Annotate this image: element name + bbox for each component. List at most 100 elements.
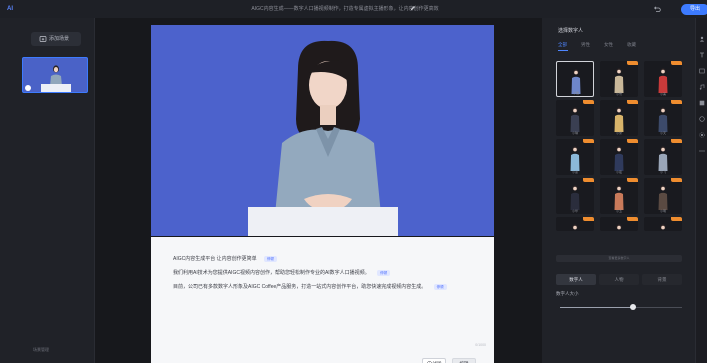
pencil-icon[interactable]: [410, 5, 416, 11]
premium-badge: [627, 217, 638, 221]
avatar-card[interactable]: [600, 217, 638, 231]
scene-icon: [39, 36, 47, 42]
scene-footer: 场景管理: [33, 347, 49, 352]
size-slider-knob[interactable]: [630, 304, 637, 310]
script-line[interactable]: 我们利用AI技术为您提供AIGC视频内容创作，帮助您轻松制作专业的AI数字人口播…: [173, 269, 391, 277]
scene-indicator: [25, 85, 31, 91]
script-editor[interactable]: AIGC内容生成平台 让内容创作更简单 停顿 我们利用AI技术为您提供AIGC视…: [151, 237, 494, 363]
scene-panel: 添加场景 场景管理: [0, 18, 95, 363]
script-line[interactable]: 目前，公司已有多款数字人形象及AIGC Coffee产品服务，打造一站式内容创作…: [173, 283, 447, 291]
premium-badge: [583, 178, 594, 182]
avatar-card[interactable]: 小夜: [600, 139, 638, 175]
avatar-card[interactable]: 小雅: [556, 61, 594, 97]
script-text: AIGC内容生成平台 让内容创作更简单: [173, 256, 257, 262]
avatar-card[interactable]: [644, 217, 682, 231]
more-tools-icon[interactable]: [699, 148, 705, 154]
avatar-name: 小蓝: [571, 170, 578, 174]
more-avatars-button[interactable]: 查看更多数字人: [556, 255, 682, 262]
size-slider-label: 数字人大小: [556, 291, 579, 296]
tab-all[interactable]: 全部: [558, 41, 567, 49]
sticker-tool-icon[interactable]: [699, 116, 705, 122]
premium-badge: [671, 61, 682, 65]
avatar-card[interactable]: [556, 217, 594, 231]
avatar-name: 小华: [571, 209, 578, 213]
avatar-figure: [660, 224, 666, 230]
avatar-card[interactable]: 小明: [644, 178, 682, 214]
pause-tag[interactable]: 停顿: [377, 269, 391, 276]
premium-badge: [627, 61, 638, 65]
avatar-card[interactable]: 小华: [556, 178, 594, 214]
script-line[interactable]: AIGC内容生成平台 让内容创作更简单 停顿: [173, 255, 278, 263]
script-text: 我们利用AI技术为您提供AIGC视频内容创作，帮助您轻松制作专业的AI数字人口播…: [173, 270, 370, 276]
premium-badge: [627, 178, 638, 182]
avatar-card[interactable]: 小蓝: [556, 139, 594, 175]
avatar-figure: [614, 107, 624, 132]
project-title[interactable]: AIGC内容生成——数字人口播视频制作，打造专属虚拟主播形象，让内容创作更高效: [180, 4, 510, 14]
avatar-name: 小天: [659, 131, 666, 135]
avatar-card[interactable]: 小美: [644, 61, 682, 97]
premium-badge: [671, 217, 682, 221]
music-tool-icon[interactable]: [699, 84, 705, 90]
add-scene-label: 添加场景: [49, 36, 70, 42]
export-button[interactable]: 导出: [681, 4, 707, 15]
avatar-panel: 选择数字人 全部 男性 女性 收藏 小雅 小雪 小美小琳 小米 小天小蓝 小夜 小飞小华 小玉…: [542, 18, 695, 363]
avatar-tool-icon[interactable]: [699, 36, 705, 42]
avatar-card[interactable]: 小天: [644, 100, 682, 136]
premium-badge: [627, 100, 638, 104]
undo-icon[interactable]: [653, 5, 661, 13]
avatar-card[interactable]: 小米: [600, 100, 638, 136]
preview-button[interactable]: 试听: [422, 358, 446, 363]
size-slider-fill: [560, 307, 634, 308]
premium-badge: [583, 139, 594, 143]
script-text: 目前，公司已有多款数字人形象及AIGC Coffee产品服务，打造一站式内容创作…: [173, 284, 427, 290]
avatar-name: 小雪: [615, 92, 622, 96]
avatar-name: 小明: [659, 209, 666, 213]
logo-icon[interactable]: AI: [7, 5, 21, 13]
avatar-name: 小琳: [571, 131, 578, 135]
preview-canvas[interactable]: [151, 25, 494, 236]
avatar-name: 小飞: [659, 170, 666, 174]
tab-underline: [558, 50, 568, 51]
text-tool-icon[interactable]: [699, 52, 705, 58]
premium-badge: [671, 178, 682, 182]
scene-thumbnail[interactable]: [22, 57, 88, 93]
avatar-figure: [572, 224, 578, 230]
avatar-card[interactable]: 小雪: [600, 61, 638, 97]
segment-avatar[interactable]: 数字人: [556, 274, 596, 285]
image-tool-icon[interactable]: [699, 68, 705, 74]
avatar-card[interactable]: 小飞: [644, 139, 682, 175]
segment-background[interactable]: 背景: [642, 274, 682, 285]
avatar-figure: [614, 185, 624, 210]
avatar-name: 小夜: [615, 170, 622, 174]
avatar-figure: [614, 146, 624, 171]
avatar-name: 小美: [659, 92, 666, 96]
premium-badge: [671, 100, 682, 104]
avatar-figure: [570, 185, 580, 210]
avatar-figure: [658, 107, 668, 132]
tab-favorites[interactable]: 收藏: [627, 41, 636, 49]
tab-female[interactable]: 女性: [604, 41, 613, 49]
tab-male[interactable]: 男性: [581, 41, 590, 49]
pause-tag[interactable]: 停顿: [264, 255, 278, 262]
premium-badge: [671, 139, 682, 143]
add-scene-button[interactable]: 添加场景: [31, 32, 81, 46]
avatar-figure: [616, 224, 622, 230]
panel-title: 选择数字人: [558, 28, 584, 34]
avatar-card[interactable]: 小玉: [600, 178, 638, 214]
title-bar: AI AIGC内容生成——数字人口播视频制作，打造专属虚拟主播形象，让内容创作更…: [0, 0, 707, 18]
tool-rail: [695, 18, 707, 363]
settings-tool-icon[interactable]: [699, 132, 705, 138]
avatar-figure: [570, 107, 580, 132]
background-tool-icon[interactable]: [699, 100, 705, 106]
avatar-name: 小米: [615, 131, 622, 135]
avatar-card[interactable]: 小琳: [556, 100, 594, 136]
avatar-figure: [658, 68, 668, 93]
avatar-figure: [570, 146, 580, 171]
pause-tag[interactable]: 停顿: [433, 283, 447, 290]
avatar-figure: [658, 146, 668, 171]
premium-badge: [583, 100, 594, 104]
edit-button[interactable]: 编辑: [452, 358, 476, 363]
avatar-figure: [658, 185, 668, 210]
presenter-desk: [248, 207, 398, 236]
segment-person[interactable]: 人物: [599, 274, 639, 285]
